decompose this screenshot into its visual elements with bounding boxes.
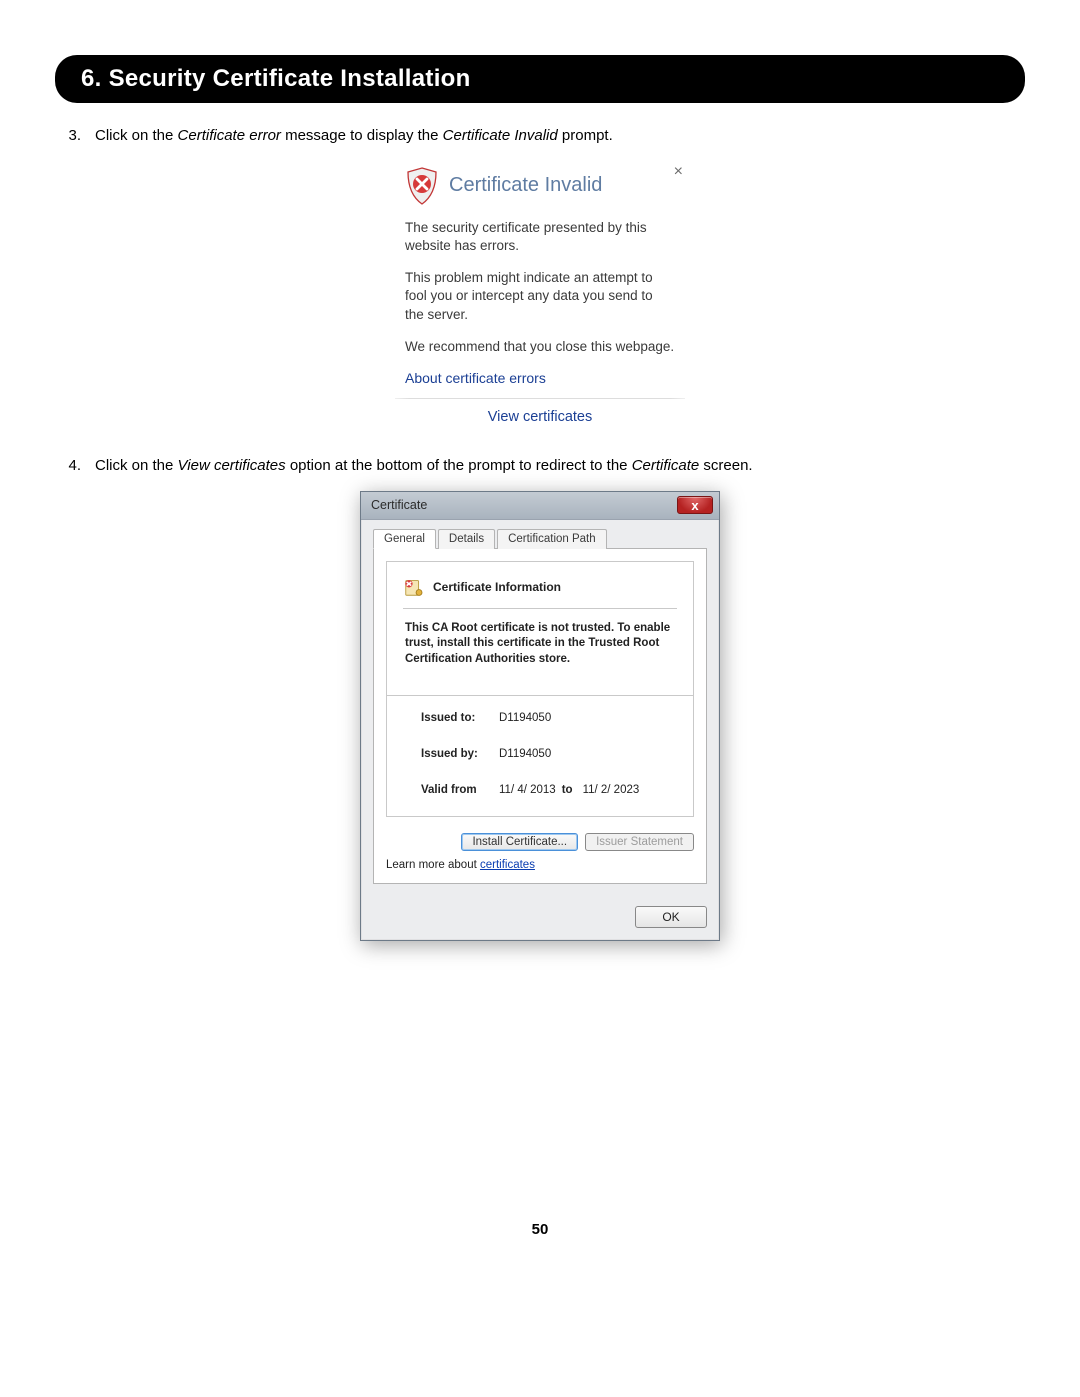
view-certificates-link[interactable]: View certificates: [405, 399, 675, 437]
close-icon[interactable]: ×: [674, 163, 683, 181]
learn-more-text: Learn more about certificates: [386, 859, 694, 871]
certificate-icon: [403, 576, 425, 598]
popup-text: This problem might indicate an attempt t…: [405, 269, 675, 324]
instruction-step: 3. Click on the Certificate error messag…: [55, 125, 1025, 147]
issued-by-value: D1194050: [499, 748, 551, 760]
popup-text: We recommend that you close this webpage…: [405, 338, 675, 356]
certificate-invalid-popup: × Certificate Invalid The security certi…: [395, 161, 685, 437]
tab-general[interactable]: General: [373, 529, 436, 549]
shield-error-icon: [405, 167, 439, 205]
issued-to-value: D1194050: [499, 712, 551, 724]
about-certificate-errors-link[interactable]: About certificate errors: [405, 370, 675, 386]
tab-details[interactable]: Details: [438, 529, 495, 549]
tab-panel-general: Certificate Information This CA Root cer…: [373, 549, 707, 885]
install-certificate-button[interactable]: Install Certificate...: [461, 833, 578, 851]
tab-certification-path[interactable]: Certification Path: [497, 529, 607, 549]
close-button[interactable]: x: [677, 496, 713, 514]
popup-text: The security certificate presented by th…: [405, 219, 675, 255]
close-icon: x: [691, 499, 698, 512]
page-number: 50: [55, 1221, 1025, 1238]
instruction-step: 4. Click on the View certificates option…: [55, 455, 1025, 477]
valid-to-value: 11/ 2/ 2023: [583, 784, 640, 796]
step-number: 3.: [55, 125, 81, 147]
step-text: Click on the View certificates option at…: [95, 455, 753, 477]
tab-bar: General Details Certification Path: [373, 528, 707, 549]
popup-title: Certificate Invalid: [449, 174, 602, 197]
valid-from-value: 11/ 4/ 2013: [499, 784, 556, 796]
certificate-warning-text: This CA Root certificate is not trusted.…: [403, 621, 677, 668]
dialog-title: Certificate: [371, 498, 427, 512]
issued-to-row: Issued to: D1194050: [421, 712, 677, 724]
step-number: 4.: [55, 455, 81, 477]
certificates-link[interactable]: certificates: [480, 859, 535, 871]
ok-button[interactable]: OK: [635, 906, 707, 928]
section-header: 6. Security Certificate Installation: [55, 55, 1025, 103]
step-text: Click on the Certificate error message t…: [95, 125, 613, 147]
issuer-statement-button[interactable]: Issuer Statement: [585, 833, 694, 851]
certificate-information-label: Certificate Information: [433, 580, 561, 594]
valid-from-row: Valid from 11/ 4/ 2013 to 11/ 2/ 2023: [421, 784, 677, 796]
dialog-titlebar: Certificate x: [361, 492, 719, 520]
certificate-dialog: Certificate x General Details Certificat…: [360, 491, 720, 942]
issued-by-row: Issued by: D1194050: [421, 748, 677, 760]
